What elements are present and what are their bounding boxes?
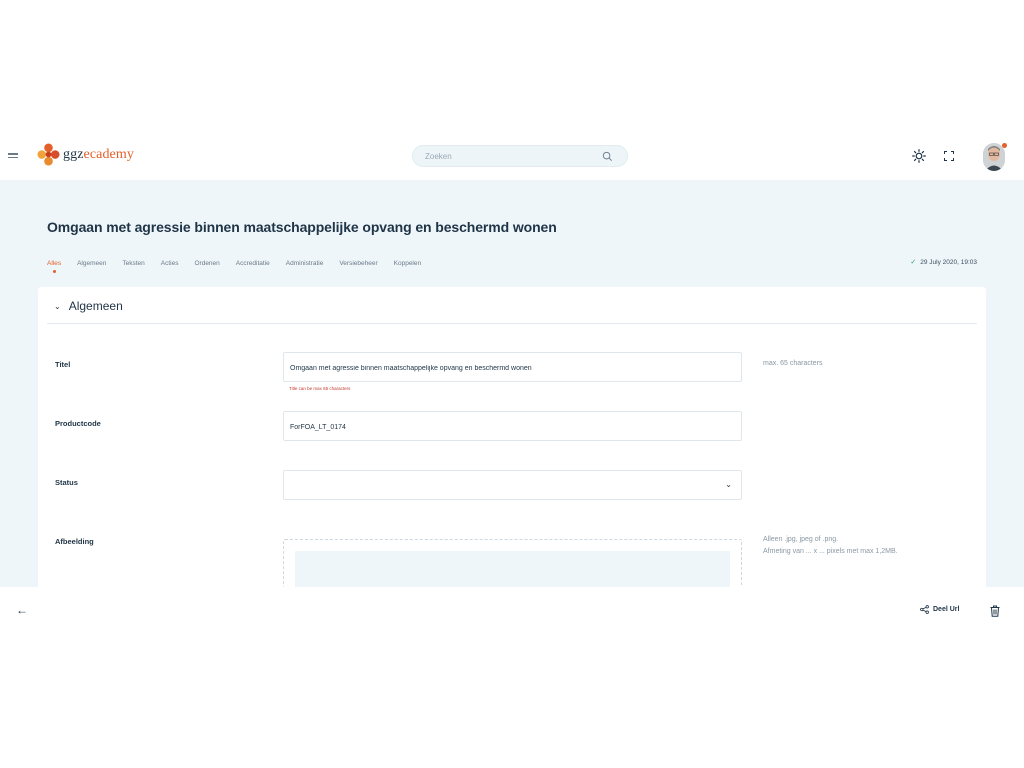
productcode-field (283, 411, 742, 441)
afbeelding-label: Afbeelding (55, 537, 94, 546)
menu-icon[interactable] (8, 153, 18, 161)
page-title: Omgaan met agressie binnen maatschappeli… (47, 219, 557, 235)
search-input[interactable] (425, 150, 595, 163)
titel-input[interactable] (290, 362, 730, 374)
titel-field (283, 352, 742, 382)
afbeelding-hint-formats: Alleen .jpg, jpeg of .png. (763, 536, 839, 543)
tab-versiebeheer[interactable]: Versiebeheer (339, 260, 377, 267)
tab-alles[interactable]: Alles (47, 260, 61, 273)
bottom-bar: ← Deel Url (0, 587, 1024, 637)
back-arrow-icon[interactable]: ← (16, 603, 28, 617)
app-window: ggzecademy Zoeken Omgaan met agressie bi… (0, 0, 1024, 768)
section-title: Algemeen (68, 299, 123, 313)
tab-bar: Alles Algemeen Teksten Acties Ordenen Ac… (47, 260, 437, 273)
productcode-input[interactable] (290, 421, 730, 433)
image-preview-area (295, 551, 730, 587)
status-label: Status (55, 478, 78, 487)
chevron-down-icon: ⌄ (725, 480, 732, 489)
divider (47, 323, 977, 324)
tab-koppelen[interactable]: Koppelen (394, 260, 421, 267)
share-url-label: Deel Url (933, 606, 960, 613)
saved-timestamp: 29 July 2020, 19:03 (920, 258, 977, 266)
titel-label: Titel (55, 360, 71, 369)
notification-dot (1002, 143, 1007, 148)
tab-ordenen[interactable]: Ordenen (194, 260, 219, 267)
tab-teksten[interactable]: Teksten (122, 260, 144, 267)
logo-text: ggzecademy (63, 146, 134, 162)
saved-status: ✓ 29 July 2020, 19:03 (910, 258, 977, 267)
theme-sun-icon[interactable] (912, 149, 926, 163)
tab-administratie[interactable]: Administratie (286, 260, 324, 267)
top-header: ggzecademy (0, 131, 1024, 180)
titel-error: Title can be max 65 characters (289, 386, 351, 391)
chevron-down-icon: ⌄ (54, 301, 61, 311)
tab-accreditatie[interactable]: Accreditatie (236, 260, 270, 267)
productcode-label: Productcode (55, 419, 101, 428)
section-toggle[interactable]: ⌄ Algemeen (54, 299, 123, 313)
search-box (412, 145, 628, 167)
afbeelding-hint-size: Afmeting van ... x ... pixels met max 1,… (763, 548, 898, 555)
main-content: Omgaan met agressie binnen maatschappeli… (0, 180, 1024, 587)
check-icon: ✓ (910, 259, 917, 266)
share-icon (920, 605, 929, 614)
trash-icon[interactable] (990, 605, 1000, 617)
image-dropzone[interactable] (283, 539, 742, 587)
status-select[interactable]: ⌄ (283, 470, 742, 500)
form-card: ⌄ Algemeen Titel Title can be max 65 cha… (38, 287, 986, 587)
share-url-button[interactable]: Deel Url (920, 605, 959, 614)
fullscreen-icon[interactable] (944, 151, 954, 161)
tab-acties[interactable]: Acties (161, 260, 179, 267)
tab-algemeen[interactable]: Algemeen (77, 260, 106, 267)
logo-flower-icon (37, 143, 60, 166)
logo[interactable]: ggzecademy (37, 143, 134, 166)
search-icon[interactable] (602, 151, 613, 162)
titel-hint: max. 65 characters (763, 360, 823, 367)
